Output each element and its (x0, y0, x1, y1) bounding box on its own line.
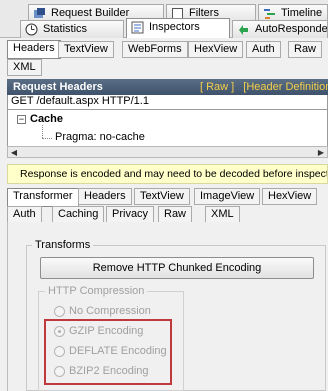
tab-label: Statistics (43, 23, 88, 35)
tab-headers[interactable]: Headers (7, 40, 61, 59)
horizontal-scrollbar[interactable]: ◀ ▶ (7, 146, 328, 158)
tab-label: Request Builder (51, 7, 130, 19)
tab-response-headers[interactable]: Headers (78, 188, 132, 205)
tab-transformer[interactable]: Transformer (7, 188, 79, 207)
tab-response-hexview[interactable]: HexView (262, 188, 318, 205)
radio-icon (54, 306, 65, 317)
tab-auth[interactable]: Auth (246, 41, 281, 58)
tab-label: Timeline (281, 7, 323, 19)
inspectors-icon (131, 21, 144, 34)
raw-link[interactable]: [ Raw ] (200, 81, 234, 93)
highlight-box (44, 319, 172, 385)
autoresponder-icon (237, 23, 250, 36)
headers-tree: − Cache Pragma: no-cache (7, 110, 328, 146)
statistics-icon (25, 23, 38, 36)
tab-imageview[interactable]: ImageView (194, 188, 261, 205)
tree-group-cache[interactable]: Cache (30, 113, 63, 125)
tab-webforms[interactable]: WebForms (122, 41, 188, 58)
remove-chunked-encoding-button[interactable]: Remove HTTP Chunked Encoding (40, 257, 314, 279)
fiddler-tab-strip: Request Builder Filters Timeline Statist… (0, 0, 328, 38)
tab-label: AutoResponder (255, 23, 328, 35)
transforms-label: Transforms (32, 239, 94, 251)
request-headers-title: Request Headers (13, 81, 103, 93)
request-builder-icon (33, 7, 46, 20)
request-tabs: Headers TextView WebForms HexView Auth R… (0, 40, 328, 76)
header-definitions-link[interactable]: [Header Definitions] (243, 81, 328, 93)
tab-inspectors[interactable]: Inspectors (126, 18, 230, 38)
tab-response-raw[interactable]: Raw (158, 206, 193, 223)
tab-response-xml[interactable]: XML (205, 206, 240, 223)
tab-caching[interactable]: Caching (52, 206, 105, 223)
request-line: GET /default.aspx HTTP/1.1 (7, 95, 328, 110)
timeline-icon (263, 7, 276, 20)
tree-item-pragma[interactable]: Pragma: no-cache (55, 131, 145, 143)
tab-raw[interactable]: Raw (288, 41, 323, 58)
tree-connector (42, 125, 43, 138)
scroll-right-icon[interactable]: ▶ (316, 148, 326, 157)
tab-statistics[interactable]: Statistics (20, 20, 124, 38)
tab-hexview[interactable]: HexView (188, 41, 244, 58)
tab-textview[interactable]: TextView (58, 41, 114, 58)
tab-response-auth[interactable]: Auth (7, 206, 42, 223)
encoded-notice[interactable]: Response is encoded and may need to be d… (7, 164, 328, 184)
tab-autoresponder[interactable]: AutoResponder (232, 20, 328, 38)
request-headers-bar: Request Headers [ Raw ] [Header Definiti… (7, 79, 328, 95)
response-tabs: Transformer Headers TextView ImageView H… (0, 188, 328, 224)
http-compression-label: HTTP Compression (45, 285, 148, 297)
tab-xml[interactable]: XML (7, 59, 42, 76)
collapse-icon[interactable]: − (17, 115, 26, 124)
tree-connector (42, 138, 52, 139)
tab-response-textview[interactable]: TextView (134, 188, 190, 205)
tab-privacy[interactable]: Privacy (106, 206, 155, 223)
tab-label: Inspectors (149, 21, 200, 33)
scroll-left-icon[interactable]: ◀ (9, 148, 19, 157)
